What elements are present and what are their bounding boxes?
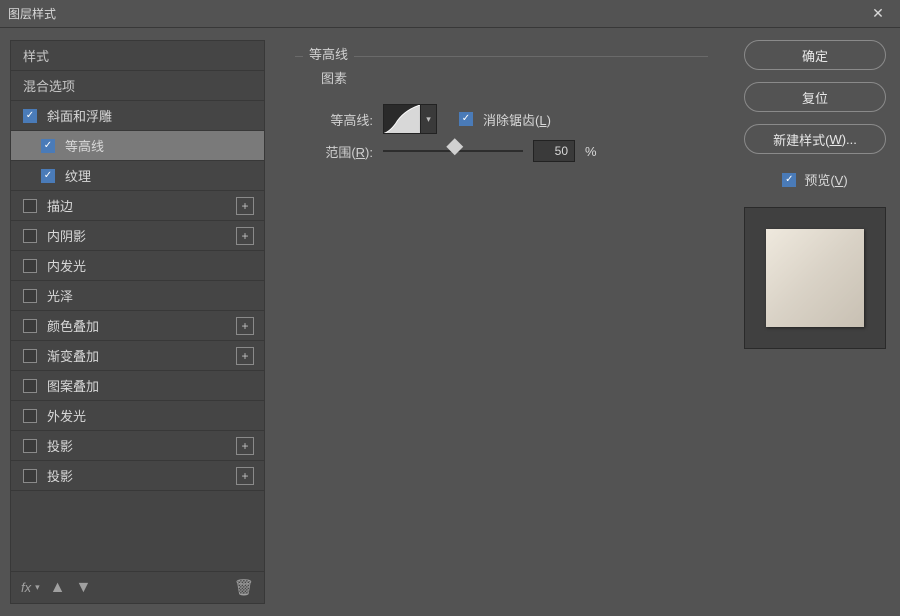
style-item-label: 外发光 (47, 406, 264, 425)
subsection-title: 图素 (321, 68, 347, 87)
range-row: 范围(R): % (305, 140, 597, 162)
fx-dropdown-icon[interactable]: ▾ (35, 582, 40, 593)
style-item[interactable]: 内发光 (11, 251, 264, 281)
preview-checkbox[interactable] (782, 173, 796, 187)
style-checkbox[interactable] (23, 319, 37, 333)
style-item-label: 内阴影 (47, 226, 236, 245)
add-effect-icon[interactable]: + (236, 437, 254, 455)
antialias-checkbox[interactable] (459, 112, 473, 126)
section-title: 等高线 (303, 44, 354, 63)
style-subitem[interactable]: 等高线 (11, 131, 264, 161)
style-item[interactable]: 投影+ (11, 431, 264, 461)
style-item-label: 投影 (47, 436, 236, 455)
range-slider[interactable] (383, 150, 523, 152)
style-item[interactable]: 渐变叠加+ (11, 341, 264, 371)
style-item[interactable]: 图案叠加 (11, 371, 264, 401)
style-item[interactable]: 光泽 (11, 281, 264, 311)
arrow-down-icon[interactable]: ▼ (76, 579, 92, 597)
add-effect-icon[interactable]: + (236, 317, 254, 335)
right-panel: 确定 复位 新建样式(W)... 预览(V) (730, 28, 900, 616)
style-item-label: 渐变叠加 (47, 346, 236, 365)
window-title: 图层样式 (8, 5, 56, 22)
style-list: 样式 混合选项 斜面和浮雕等高线纹理描边+内阴影+内发光光泽颜色叠加+渐变叠加+… (10, 40, 265, 604)
style-subitem-label: 纹理 (65, 166, 91, 185)
contour-dropdown-icon[interactable]: ▾ (421, 104, 437, 134)
style-subitem[interactable]: 纹理 (11, 161, 264, 191)
style-item[interactable]: 内阴影+ (11, 221, 264, 251)
section-divider (295, 56, 708, 57)
style-list-footer: fx ▾ ▲ ▼ 🗑 (11, 571, 264, 603)
style-checkbox[interactable] (23, 199, 37, 213)
style-checkbox[interactable] (23, 349, 37, 363)
add-effect-icon[interactable]: + (236, 347, 254, 365)
style-checkbox[interactable] (23, 469, 37, 483)
arrow-up-icon[interactable]: ▲ (50, 579, 66, 597)
style-item-label: 颜色叠加 (47, 316, 236, 335)
style-checkbox[interactable] (23, 109, 37, 123)
style-item-label: 光泽 (47, 286, 264, 305)
styles-header[interactable]: 样式 (11, 41, 264, 71)
style-item[interactable]: 颜色叠加+ (11, 311, 264, 341)
contour-label: 等高线: (305, 110, 373, 129)
style-subitem-label: 等高线 (65, 136, 104, 155)
style-checkbox[interactable] (23, 409, 37, 423)
blend-options-header[interactable]: 混合选项 (11, 71, 264, 101)
range-unit: % (585, 144, 597, 159)
style-item[interactable]: 描边+ (11, 191, 264, 221)
style-checkbox[interactable] (23, 439, 37, 453)
center-panel: 等高线 图素 等高线: ▾ 消除锯齿(L) 范围(R): (275, 28, 730, 616)
fx-icon[interactable]: fx (21, 580, 31, 595)
dialog-body: 样式 混合选项 斜面和浮雕等高线纹理描边+内阴影+内发光光泽颜色叠加+渐变叠加+… (0, 28, 900, 616)
style-checkbox[interactable] (23, 259, 37, 273)
style-item-label: 斜面和浮雕 (47, 106, 264, 125)
style-checkbox[interactable] (41, 169, 55, 183)
new-style-button[interactable]: 新建样式(W)... (744, 124, 886, 154)
style-item-bevel[interactable]: 斜面和浮雕 (11, 101, 264, 131)
preview-swatch (766, 229, 864, 327)
contour-row: 等高线: ▾ 消除锯齿(L) (305, 104, 551, 134)
preview-thumbnail (744, 207, 886, 349)
style-item-label: 内发光 (47, 256, 264, 275)
style-checkbox[interactable] (23, 289, 37, 303)
style-item-label: 图案叠加 (47, 376, 264, 395)
style-item[interactable]: 外发光 (11, 401, 264, 431)
style-item-label: 投影 (47, 466, 236, 485)
slider-knob[interactable] (446, 138, 463, 155)
close-icon[interactable]: ✕ (864, 0, 892, 28)
range-input[interactable] (533, 140, 575, 162)
preview-label[interactable]: 预览(V) (804, 170, 847, 189)
add-effect-icon[interactable]: + (236, 197, 254, 215)
style-item-label: 描边 (47, 196, 236, 215)
left-panel: 样式 混合选项 斜面和浮雕等高线纹理描边+内阴影+内发光光泽颜色叠加+渐变叠加+… (0, 28, 275, 616)
style-checkbox[interactable] (23, 229, 37, 243)
contour-thumbnail[interactable] (383, 104, 421, 134)
reset-button[interactable]: 复位 (744, 82, 886, 112)
range-label[interactable]: 范围(R): (305, 142, 373, 161)
ok-button[interactable]: 确定 (744, 40, 886, 70)
preview-toggle-row: 预览(V) (744, 170, 886, 189)
antialias-label[interactable]: 消除锯齿(L) (483, 110, 551, 129)
add-effect-icon[interactable]: + (236, 467, 254, 485)
style-checkbox[interactable] (41, 139, 55, 153)
add-effect-icon[interactable]: + (236, 227, 254, 245)
trash-icon[interactable]: 🗑 (234, 578, 254, 598)
style-checkbox[interactable] (23, 379, 37, 393)
title-bar: 图层样式 ✕ (0, 0, 900, 28)
style-item[interactable]: 投影+ (11, 461, 264, 491)
